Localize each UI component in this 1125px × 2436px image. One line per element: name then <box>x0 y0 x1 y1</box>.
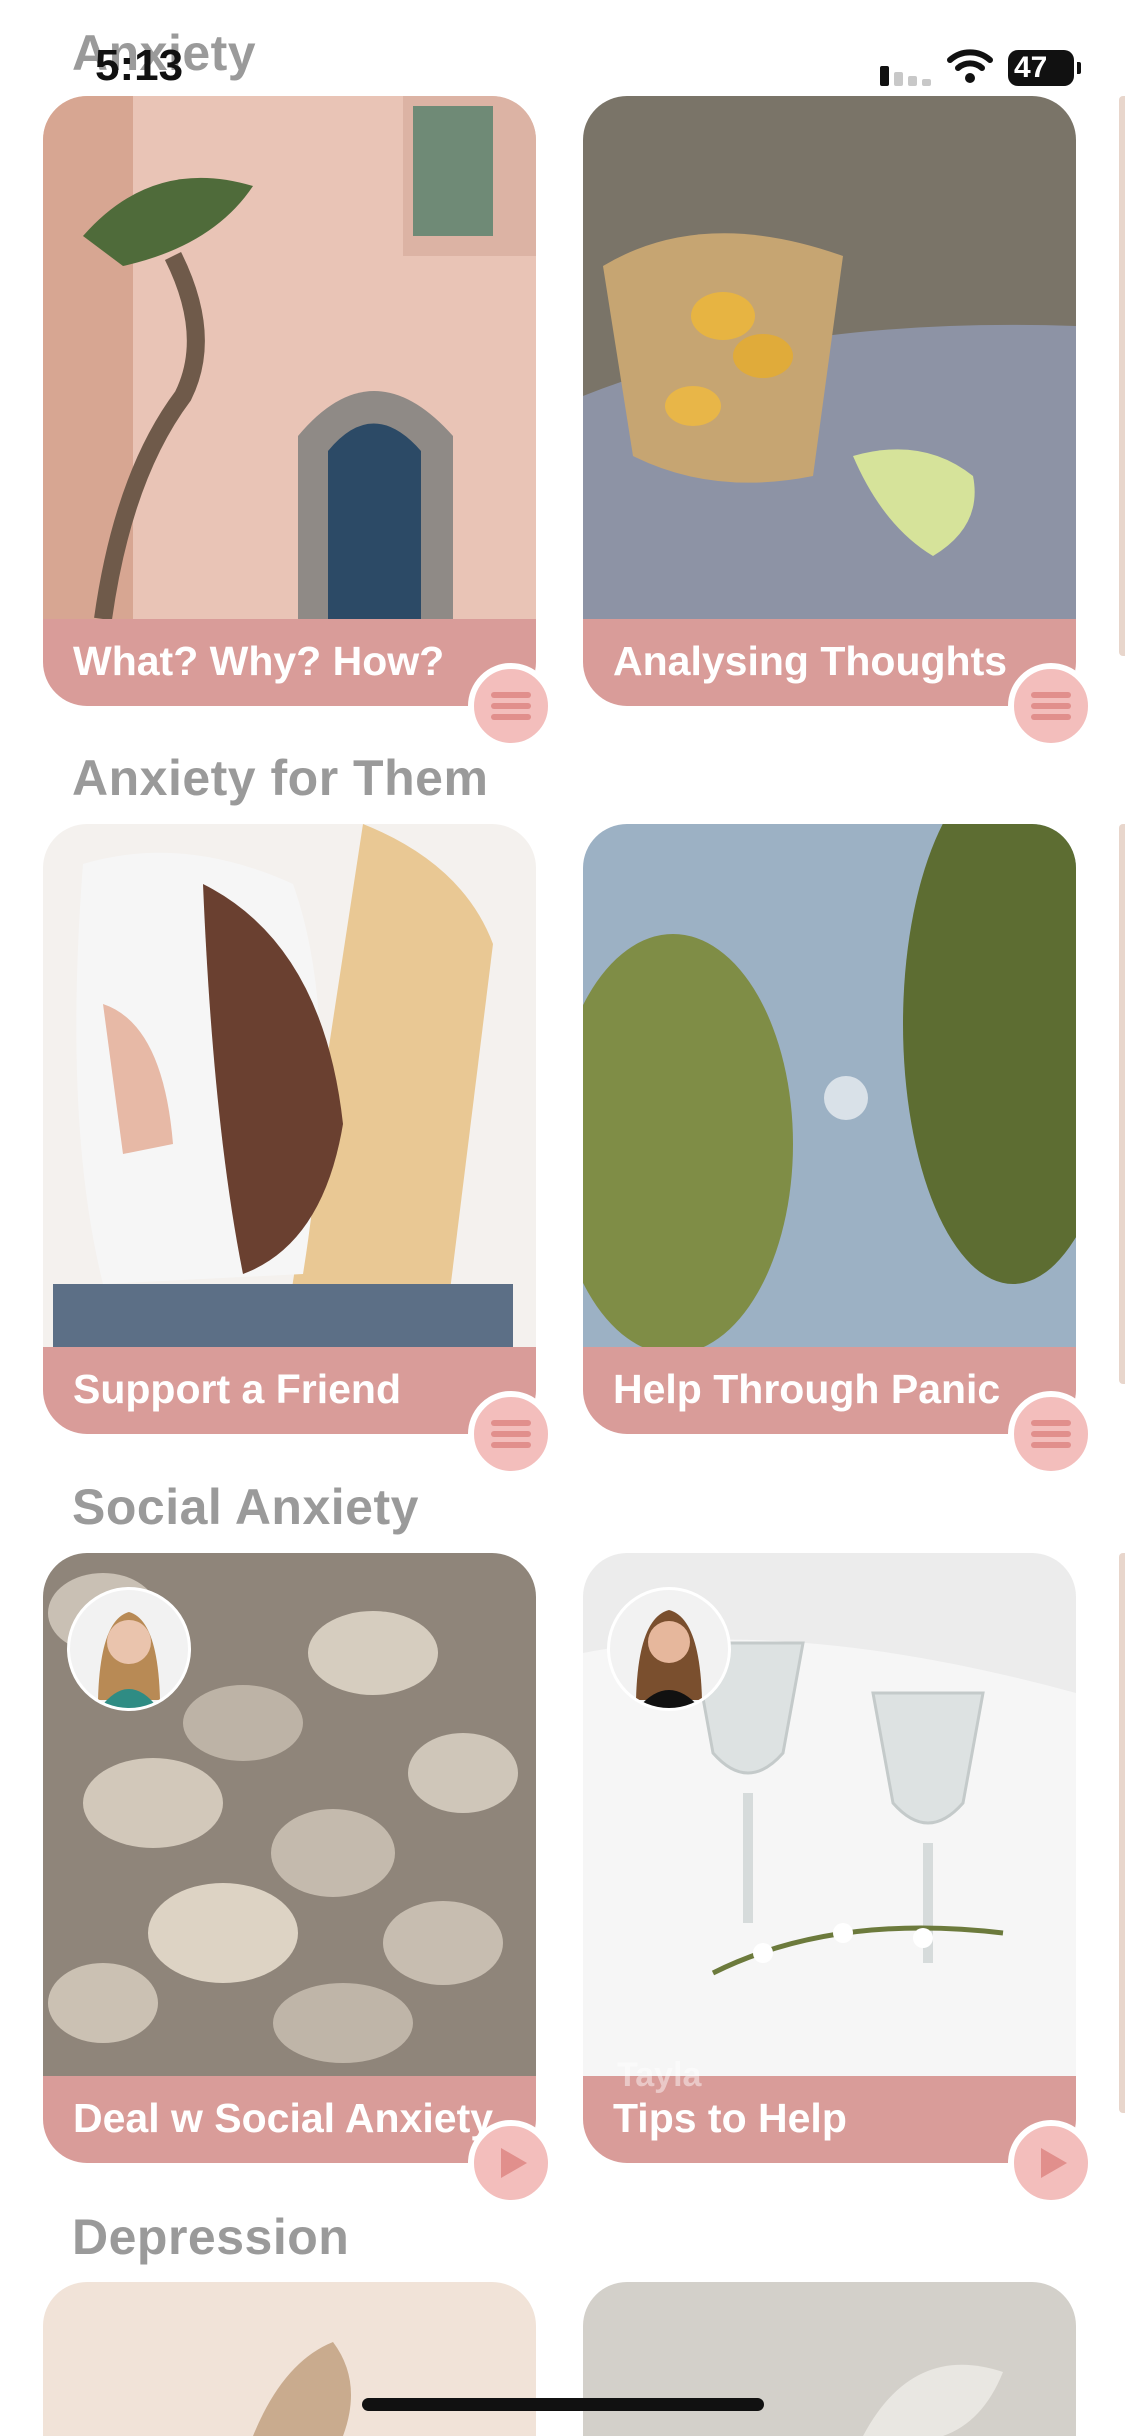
card-deal-w-social-anxiety[interactable]: Deal w Social Anxiety <box>43 1553 554 2206</box>
menu-icon <box>491 1420 531 1448</box>
author-photo <box>610 1590 728 1708</box>
card-image-hug <box>43 824 536 1347</box>
card-title: Help Through Panic <box>613 1366 1001 1412</box>
card-menu-button[interactable] <box>468 1391 554 1477</box>
battery-icon: 47 <box>1008 50 1081 86</box>
play-icon <box>1041 2148 1067 2178</box>
section-title-social-anxiety: Social Anxiety <box>72 1479 419 1535</box>
next-card-peek[interactable] <box>1119 824 1125 1384</box>
card-image-trees-sky <box>583 824 1076 1347</box>
author-avatar <box>607 1587 731 1711</box>
author-avatar <box>67 1587 191 1711</box>
card-play-button[interactable] <box>1008 2120 1094 2206</box>
card-menu-button[interactable] <box>1008 663 1094 749</box>
status-bar: 5:13 47 <box>0 0 1125 130</box>
card-menu-button[interactable] <box>468 663 554 749</box>
home-indicator[interactable] <box>362 2398 764 2411</box>
card-analysing-thoughts[interactable]: Analysing Thoughts <box>583 96 1094 749</box>
author-name-ghost: Tayla <box>617 2056 702 2094</box>
signal-icon <box>880 66 931 86</box>
play-icon <box>501 2148 527 2178</box>
next-card-peek[interactable] <box>1119 1553 1125 2113</box>
section-title-anxiety-for-them: Anxiety for Them <box>72 750 489 806</box>
card-image-shadow-leaf <box>43 2282 536 2436</box>
card-title: Tips to Help <box>613 2095 847 2141</box>
card-depression-1[interactable] <box>43 2282 536 2436</box>
section-title-depression: Depression <box>72 2209 350 2265</box>
card-help-through-panic[interactable]: Help Through Panic <box>583 824 1094 1477</box>
card-title: Deal w Social Anxiety <box>73 2095 494 2141</box>
next-card-peek[interactable] <box>1119 96 1125 656</box>
card-tips-to-help[interactable]: Tayla Tips to Help <box>583 1553 1094 2206</box>
status-time: 5:13 <box>95 41 184 90</box>
author-photo <box>70 1590 188 1708</box>
card-image-building <box>43 96 536 619</box>
menu-icon <box>491 692 531 720</box>
wifi-icon <box>947 49 993 83</box>
card-play-button[interactable] <box>468 2120 554 2206</box>
battery-level: 47 <box>1014 51 1048 84</box>
card-title: Analysing Thoughts <box>613 638 1008 684</box>
card-title: Support a Friend <box>73 1366 401 1412</box>
card-image-picnic-basket <box>583 96 1076 619</box>
card-depression-2[interactable] <box>583 2282 1076 2436</box>
card-what-why-how[interactable]: What? Why? How? <box>43 96 554 749</box>
menu-icon <box>1031 1420 1071 1448</box>
card-support-a-friend[interactable]: Support a Friend <box>43 824 554 1477</box>
card-image-feathers <box>583 2282 1076 2436</box>
card-title: What? Why? How? <box>73 638 445 684</box>
card-menu-button[interactable] <box>1008 1391 1094 1477</box>
menu-icon <box>1031 692 1071 720</box>
